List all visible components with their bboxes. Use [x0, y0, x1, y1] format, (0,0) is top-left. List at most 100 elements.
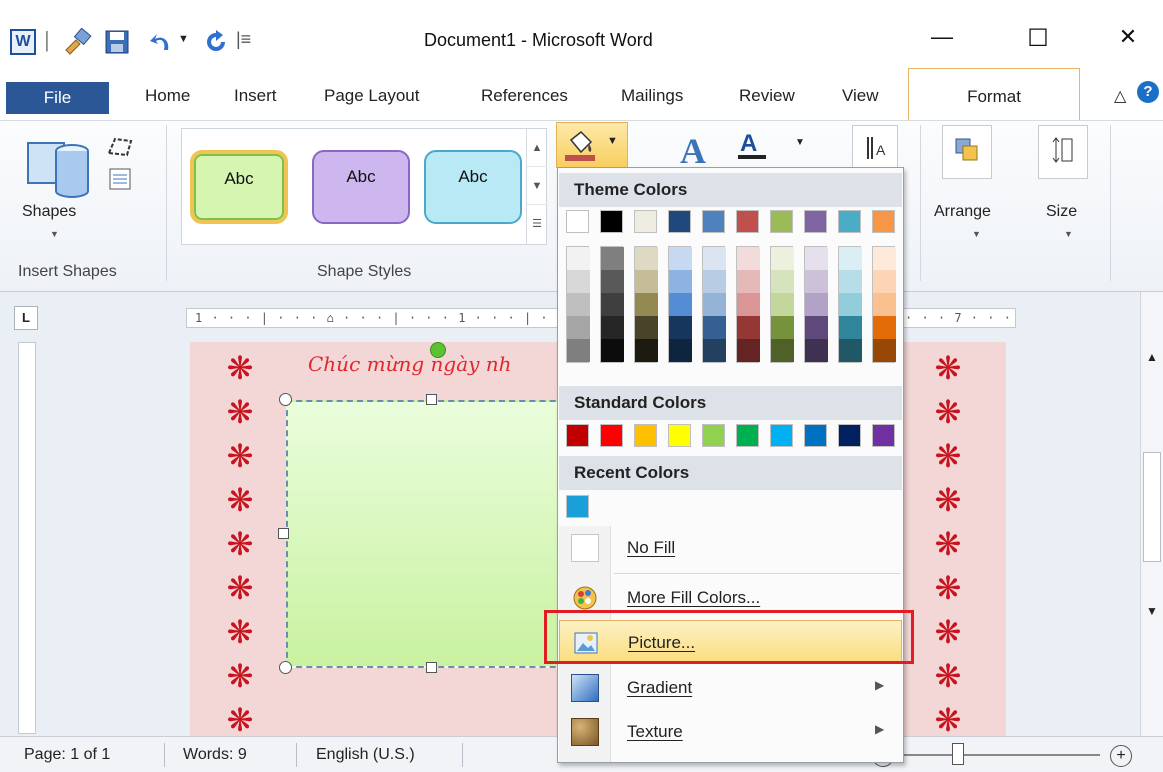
theme-shade-swatch[interactable] — [839, 293, 862, 316]
shape-style-thumb[interactable]: Abc — [424, 150, 522, 224]
theme-shade-swatch[interactable] — [669, 339, 692, 362]
tab-references[interactable]: References — [481, 80, 568, 120]
standard-color-swatch[interactable] — [804, 424, 827, 447]
shape-style-thumb[interactable]: Abc — [312, 150, 410, 224]
standard-color-swatch[interactable] — [838, 424, 861, 447]
theme-shade-swatch[interactable] — [703, 316, 726, 339]
theme-shade-swatch[interactable] — [669, 247, 692, 270]
theme-color-swatch[interactable] — [736, 210, 759, 233]
word-app-icon[interactable]: W — [10, 29, 36, 55]
theme-shade-swatch[interactable] — [669, 293, 692, 316]
tab-insert[interactable]: Insert — [234, 80, 277, 120]
vertical-scrollbar[interactable]: ▲ ▼ — [1140, 292, 1163, 736]
theme-shade-swatch[interactable] — [873, 293, 896, 316]
tab-file[interactable]: File — [6, 82, 109, 114]
menu-item-gradient[interactable]: Gradient ▶ — [559, 666, 902, 710]
page-count[interactable]: Page: 1 of 1 — [24, 737, 110, 772]
theme-shade-swatch[interactable] — [873, 247, 896, 270]
theme-shade-swatch[interactable] — [601, 293, 624, 316]
theme-shade-swatch[interactable] — [567, 293, 590, 316]
theme-shade-swatch[interactable] — [771, 247, 794, 270]
scroll-thumb[interactable] — [1143, 452, 1161, 562]
theme-color-swatch[interactable] — [600, 210, 623, 233]
rotate-handle[interactable] — [430, 342, 446, 358]
shape-fill-dropdown-icon[interactable]: ▼ — [607, 135, 618, 147]
zoom-slider-thumb[interactable] — [952, 743, 964, 765]
undo-icon[interactable] — [148, 30, 174, 54]
standard-color-swatch[interactable] — [736, 424, 759, 447]
tab-page-layout[interactable]: Page Layout — [324, 80, 419, 120]
undo-dropdown-icon[interactable]: ▼ — [178, 33, 189, 45]
theme-shade-swatch[interactable] — [805, 339, 828, 362]
text-fill-icon[interactable]: A — [736, 127, 776, 161]
theme-shade-swatch[interactable] — [873, 316, 896, 339]
theme-color-swatch[interactable] — [872, 210, 895, 233]
shapes-icon[interactable] — [24, 137, 94, 207]
arrange-dropdown-icon[interactable]: ▼ — [972, 229, 981, 239]
resize-handle[interactable] — [426, 394, 437, 405]
resize-handle[interactable] — [279, 393, 292, 406]
save-icon[interactable] — [104, 29, 130, 55]
text-box-icon[interactable] — [108, 167, 132, 191]
arrange-label[interactable]: Arrange — [934, 203, 991, 221]
theme-shade-swatch[interactable] — [601, 247, 624, 270]
vertical-ruler[interactable] — [18, 342, 36, 734]
theme-shade-swatch[interactable] — [567, 270, 590, 293]
theme-shade-swatch[interactable] — [771, 316, 794, 339]
theme-color-swatch[interactable] — [668, 210, 691, 233]
text-effects-icon[interactable]: A — [678, 129, 726, 169]
tab-review[interactable]: Review — [739, 80, 795, 120]
theme-color-swatch[interactable] — [770, 210, 793, 233]
gallery-up-icon[interactable]: ▲ — [527, 129, 547, 167]
theme-shade-swatch[interactable] — [805, 270, 828, 293]
theme-shade-swatch[interactable] — [601, 316, 624, 339]
theme-shade-swatch[interactable] — [771, 339, 794, 362]
edit-shape-icon[interactable] — [105, 135, 139, 159]
theme-shade-swatch[interactable] — [805, 247, 828, 270]
theme-shade-swatch[interactable] — [873, 339, 896, 362]
shape-fill-button[interactable]: ▼ — [556, 122, 628, 168]
theme-shade-swatch[interactable] — [703, 339, 726, 362]
zoom-slider[interactable] — [900, 754, 1100, 756]
theme-color-swatch[interactable] — [804, 210, 827, 233]
standard-color-swatch[interactable] — [634, 424, 657, 447]
scroll-down-icon[interactable]: ▼ — [1146, 604, 1158, 618]
theme-shade-swatch[interactable] — [601, 339, 624, 362]
collapse-ribbon-icon[interactable]: △ — [1114, 86, 1126, 106]
theme-shade-swatch[interactable] — [737, 247, 760, 270]
customize-toolbar-icon[interactable]: |≡ — [236, 29, 251, 50]
redo-icon[interactable] — [204, 30, 228, 54]
theme-shade-swatch[interactable] — [567, 316, 590, 339]
size-dropdown-icon[interactable]: ▼ — [1064, 229, 1073, 239]
gallery-scroll[interactable]: ▲ ▼ ☰ — [526, 129, 547, 244]
gallery-more-icon[interactable]: ☰ — [527, 205, 547, 243]
theme-color-swatch[interactable] — [634, 210, 657, 233]
theme-shade-swatch[interactable] — [805, 316, 828, 339]
theme-shade-swatch[interactable] — [635, 247, 658, 270]
standard-color-swatch[interactable] — [566, 424, 589, 447]
theme-shade-swatch[interactable] — [635, 339, 658, 362]
tab-mailings[interactable]: Mailings — [621, 80, 683, 120]
theme-color-swatch[interactable] — [702, 210, 725, 233]
language[interactable]: English (U.S.) — [316, 737, 415, 772]
recent-color-swatch[interactable] — [566, 495, 589, 518]
word-count[interactable]: Words: 9 — [183, 737, 247, 772]
theme-shade-swatch[interactable] — [601, 270, 624, 293]
shapes-label[interactable]: Shapes — [22, 203, 76, 221]
theme-shade-swatch[interactable] — [737, 293, 760, 316]
selected-shape[interactable] — [286, 400, 576, 668]
minimize-button[interactable]: — — [918, 24, 966, 58]
theme-shade-swatch[interactable] — [839, 270, 862, 293]
theme-shade-swatch[interactable] — [737, 270, 760, 293]
theme-shade-swatch[interactable] — [703, 293, 726, 316]
theme-shade-swatch[interactable] — [737, 316, 760, 339]
theme-shade-swatch[interactable] — [703, 270, 726, 293]
tab-selector[interactable]: L — [14, 306, 38, 330]
theme-shade-swatch[interactable] — [567, 247, 590, 270]
theme-shade-swatch[interactable] — [669, 270, 692, 293]
theme-shade-swatch[interactable] — [635, 293, 658, 316]
theme-shade-swatch[interactable] — [839, 316, 862, 339]
theme-shade-swatch[interactable] — [839, 247, 862, 270]
text-fill-dropdown-icon[interactable]: ▼ — [795, 137, 805, 148]
shape-style-thumb[interactable]: Abc — [190, 150, 288, 224]
